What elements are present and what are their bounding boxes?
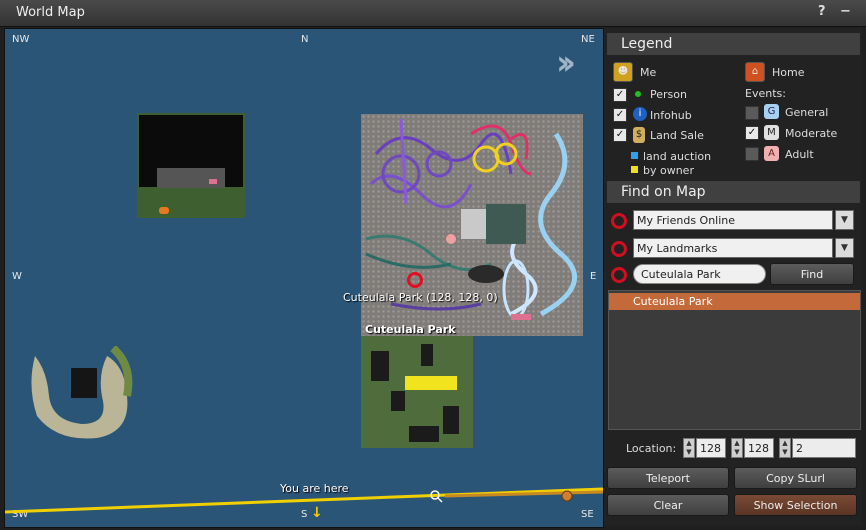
copy-slurl-button[interactable]: Copy SLurl (734, 467, 857, 489)
me-icon: ☻ (613, 62, 633, 82)
compass-nw: NW (12, 34, 30, 45)
arrow-down-icon: ↓ (311, 505, 323, 521)
search-results-list[interactable]: Cuteulala Park (608, 290, 861, 430)
map-region-tile[interactable] (137, 113, 245, 218)
legend-land-auction: land auction (643, 150, 712, 163)
person-dot-icon (635, 91, 641, 97)
loc-z-stepper[interactable]: ▲ ▼ (779, 438, 791, 458)
clear-button[interactable]: Clear (607, 494, 729, 516)
legend-moderate: Moderate (785, 127, 838, 140)
loc-x-field[interactable]: 128 (696, 438, 726, 458)
legend-general: General (785, 106, 829, 119)
chevron-down-icon[interactable]: ▼ (835, 210, 854, 230)
world-map-view[interactable]: NW N NE W E SW S SE ›› Cuteulala Park (1… (4, 28, 604, 528)
landmarks-marker-icon (611, 241, 627, 257)
adult-event-icon: A (764, 146, 779, 161)
search-marker-icon (611, 267, 627, 283)
friends-marker-icon (611, 213, 627, 229)
teleport-button[interactable]: Teleport (607, 467, 729, 489)
events-label: Events: (745, 87, 786, 100)
list-item[interactable]: Cuteulala Park (609, 293, 860, 310)
general-event-icon: G (764, 104, 779, 119)
title-bar: World Map ? − (0, 0, 866, 27)
adult-checkbox[interactable] (745, 147, 759, 161)
close-button[interactable]: − (840, 4, 851, 19)
compass-n: N (301, 34, 309, 45)
find-button[interactable]: Find (770, 263, 854, 285)
loc-y-field[interactable]: 128 (744, 438, 774, 458)
infohub-checkbox[interactable]: ✓ (613, 108, 627, 122)
location-label: Location: (626, 442, 677, 455)
land-sale-icon: $ (633, 127, 645, 143)
landmarks-dropdown[interactable]: My Landmarks (633, 238, 833, 258)
moderate-checkbox[interactable]: ✓ (745, 126, 759, 140)
map-region-tile[interactable] (361, 336, 473, 448)
friends-dropdown[interactable]: My Friends Online (633, 210, 833, 230)
region-label: Cuteulala Park (365, 323, 456, 336)
zoom-slider[interactable] (5, 484, 603, 514)
side-panel: Legend ☻ Me ⌂ Home ✓ Person ✓ i Infohub … (604, 28, 862, 526)
by-owner-swatch (631, 166, 638, 173)
map-location-pin[interactable] (407, 272, 423, 288)
window-title: World Map (16, 5, 85, 20)
land-sale-checkbox[interactable]: ✓ (613, 128, 627, 142)
show-selection-button[interactable]: Show Selection (734, 494, 857, 516)
land-auction-swatch (631, 152, 638, 159)
person-checkbox[interactable]: ✓ (613, 88, 627, 102)
compass-w: W (12, 271, 22, 282)
loc-z-field[interactable]: 2 (792, 438, 856, 458)
chevron-down-icon[interactable]: ▼ (835, 238, 854, 258)
legend-header: Legend (607, 33, 860, 55)
find-on-map-header: Find on Map (607, 181, 860, 203)
loc-y-stepper[interactable]: ▲ ▼ (731, 438, 743, 458)
legend-by-owner: by owner (643, 164, 694, 177)
search-input[interactable]: Cuteulala Park (633, 264, 766, 284)
legend-home: Home (772, 66, 805, 79)
general-checkbox[interactable] (745, 106, 759, 120)
compass-e: E (590, 271, 597, 282)
pin-label: Cuteulala Park (128, 128, 0) (343, 291, 498, 304)
legend-me: Me (640, 66, 657, 79)
map-region-tile[interactable] (27, 345, 133, 444)
loc-x-stepper[interactable]: ▲ ▼ (683, 438, 695, 458)
legend-adult: Adult (785, 148, 814, 161)
compass-ne: NE (581, 34, 595, 45)
expand-panel-icon[interactable]: ›› (556, 43, 576, 83)
legend-person: Person (650, 88, 687, 101)
legend-land-sale: Land Sale (650, 129, 704, 142)
home-icon: ⌂ (745, 62, 765, 82)
info-icon: i (633, 107, 647, 121)
help-button[interactable]: ? (818, 4, 826, 19)
moderate-event-icon: M (764, 125, 779, 140)
legend-infohub: Infohub (650, 109, 692, 122)
